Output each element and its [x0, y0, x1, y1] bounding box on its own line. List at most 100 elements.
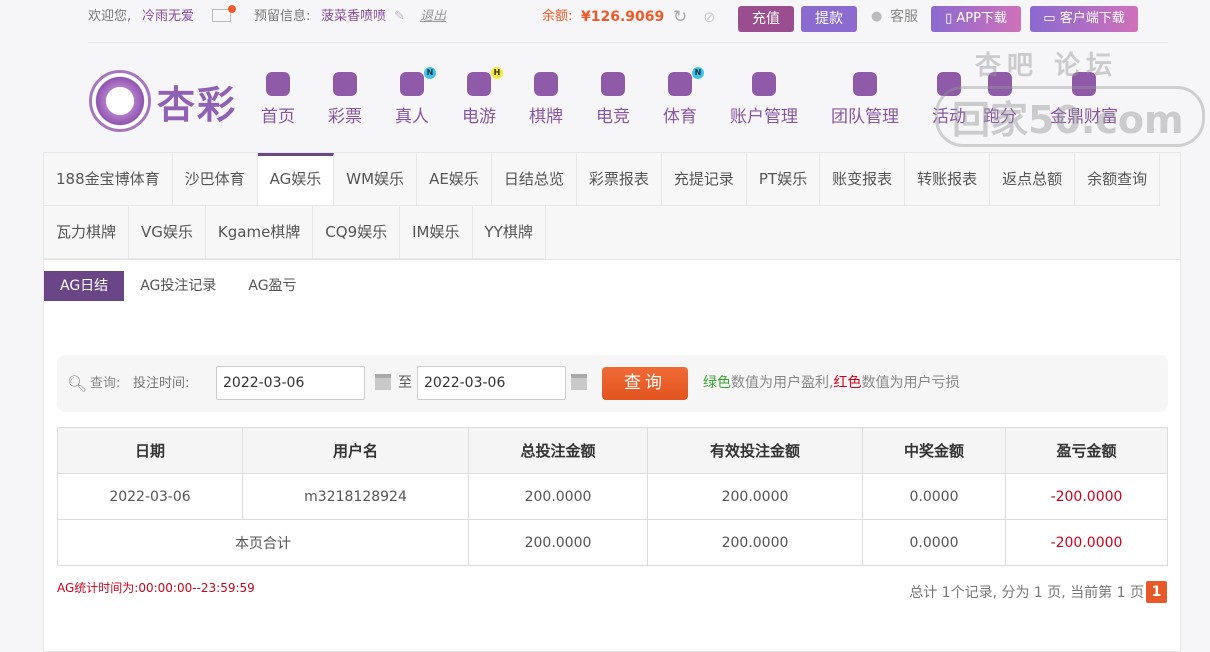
nav-item-10[interactable]: 跑分	[983, 72, 1017, 127]
total-profit: -200.0000	[1005, 519, 1168, 566]
search-icon: 🔍︎	[67, 374, 88, 393]
query-button[interactable]: 查询	[602, 367, 688, 400]
to-label: 至	[398, 375, 412, 391]
nav-icon	[853, 72, 877, 96]
tab-16[interactable]: CQ9娱乐	[313, 206, 401, 259]
tab-12[interactable]: 余额查询	[1075, 153, 1161, 206]
page-1-button[interactable]: 1	[1146, 581, 1167, 603]
edit-icon[interactable]: ✎	[394, 0, 405, 34]
hint-end: 数值为用户亏损	[861, 375, 960, 391]
subtab-2[interactable]: AG盈亏	[232, 271, 312, 301]
tab-17[interactable]: IM娱乐	[400, 206, 473, 259]
nav-label: 跑分	[983, 107, 1017, 127]
top-bar: 欢迎您, 冷雨无爱 预留信息: 菠菜香喷喷 ✎ 退出 余额: ¥126.9069…	[0, 0, 1210, 40]
client-download-label: 客户端下载	[1059, 11, 1125, 26]
table-cell: -200.0000	[1005, 473, 1168, 520]
column-header: 总投注金额	[468, 427, 648, 474]
tab-3[interactable]: WM娱乐	[334, 153, 418, 206]
nav-item-5[interactable]: 电竞	[596, 72, 630, 127]
nav-label: 体育	[663, 107, 697, 127]
nav-icon	[601, 72, 625, 96]
nav-icon	[1072, 72, 1096, 96]
tab-8[interactable]: PT娱乐	[746, 153, 821, 206]
end-date-input[interactable]	[417, 366, 566, 400]
tab-2[interactable]: AG娱乐	[257, 153, 335, 206]
tab-14[interactable]: VG娱乐	[129, 206, 206, 259]
table-cell: 2022-03-06	[57, 473, 243, 520]
nav-item-6[interactable]: N 体育	[663, 67, 704, 127]
nav-icon	[937, 72, 961, 96]
query-label: 查询:	[90, 376, 121, 391]
nav-label: 团队管理	[831, 107, 899, 127]
subtab-0[interactable]: AG日结	[44, 271, 125, 301]
report-tabs: 188金宝博体育 沙巴体育 AG娱乐 WM娱乐 AE娱乐 日结总览 彩票报表 充提记录 PT娱乐…	[44, 153, 1180, 260]
logo[interactable]: 杏彩	[89, 70, 237, 132]
logo-text: 杏彩	[157, 82, 238, 127]
recharge-button[interactable]: 充值	[738, 6, 794, 32]
nav-item-0[interactable]: 首页	[261, 72, 295, 127]
service-link[interactable]: 客服	[890, 0, 918, 34]
tab-5[interactable]: 日结总览	[491, 153, 577, 206]
query-bar: 🔍︎ 查询: 投注时间: 至 查询 绿色数值为用户盈利,红色数值为用户亏损	[57, 355, 1168, 412]
table-total-row: 本页合计 200.0000 200.0000 0.0000 -200.0000	[57, 519, 1168, 566]
welcome-text: 欢迎您,	[88, 9, 132, 24]
service-icon[interactable]: ●	[871, 0, 882, 34]
tab-11[interactable]: 返点总额	[990, 153, 1076, 206]
withdraw-button[interactable]: 提款	[801, 6, 857, 32]
subtab-1[interactable]: AG投注记录	[124, 271, 232, 301]
stat-time-note: AG统计时间为:00:00:00--23:59:59	[57, 581, 255, 595]
report-table: 日期 用户名 总投注金额 有效投注金额 中奖金额 盈亏金额 2022-03-06 m3218…	[57, 427, 1168, 566]
tab-18[interactable]: YY棋牌	[472, 206, 546, 259]
table-cell: 200.0000	[647, 473, 863, 520]
table-row: 2022-03-06 m3218128924 200.0000 200.0000 0.0…	[57, 473, 1168, 520]
nav-item-3[interactable]: H 电游	[462, 67, 503, 127]
refresh-icon[interactable]: ↻	[673, 0, 687, 34]
nav-label: 账户管理	[730, 107, 798, 127]
tab-6[interactable]: 彩票报表	[576, 153, 662, 206]
hide-balance-icon[interactable]: ⊘	[703, 0, 716, 34]
nav-icon	[752, 72, 776, 96]
column-header: 有效投注金额	[647, 427, 863, 474]
column-header: 中奖金额	[862, 427, 1006, 474]
start-date-input[interactable]	[216, 366, 365, 400]
tab-1[interactable]: 沙巴体育	[172, 153, 258, 206]
nav-item-7[interactable]: 账户管理	[730, 72, 798, 127]
divider	[88, 42, 1168, 43]
nav-item-9[interactable]: 活动	[932, 72, 966, 127]
tab-10[interactable]: 转账报表	[905, 153, 991, 206]
tab-13[interactable]: 瓦力棋牌	[44, 206, 130, 259]
nav-item-1[interactable]: 彩票	[328, 72, 362, 127]
reserved-label: 预留信息:	[254, 9, 311, 24]
pagination: 总计 1个记录, 分为 1 页, 当前第 1 页 1	[909, 581, 1167, 603]
tab-15[interactable]: Kgame棋牌	[205, 206, 314, 259]
nav-label: 电竞	[596, 107, 630, 127]
nav-label: 首页	[261, 107, 295, 127]
nav-icon: N	[668, 67, 704, 96]
nav-item-4[interactable]: 棋牌	[529, 72, 563, 127]
total-bet: 200.0000	[468, 519, 648, 566]
client-download-button[interactable]: ▭ 客户端下载	[1030, 6, 1138, 32]
username[interactable]: 冷雨无爱	[142, 0, 194, 34]
nav-item-2[interactable]: N 真人	[395, 67, 436, 127]
tab-4[interactable]: AE娱乐	[417, 153, 492, 206]
report-panel: 188金宝博体育 沙巴体育 AG娱乐 WM娱乐 AE娱乐 日结总览 彩票报表 充提记录 PT娱乐…	[43, 152, 1181, 652]
calendar-icon[interactable]	[375, 374, 391, 390]
nav-label: 电游	[462, 107, 496, 127]
nav-item-11[interactable]: 金鼎财富	[1050, 72, 1118, 127]
calendar-icon[interactable]	[571, 374, 587, 390]
sub-tabs: AG日结 AG投注记录 AG盈亏	[44, 271, 313, 301]
nav-label: 棋牌	[529, 107, 563, 127]
legend-hint: 绿色数值为用户盈利,红色数值为用户亏损	[703, 355, 959, 412]
tab-7[interactable]: 充提记录	[661, 153, 747, 206]
app-download-label: APP下载	[956, 11, 1007, 26]
table-cell: m3218128924	[242, 473, 469, 520]
nav-icon	[333, 72, 357, 96]
column-header: 盈亏金额	[1005, 427, 1168, 474]
mail-icon[interactable]	[212, 5, 236, 22]
tab-0[interactable]: 188金宝博体育	[44, 153, 173, 206]
tab-9[interactable]: 账变报表	[820, 153, 906, 206]
app-download-button[interactable]: ▯ APP下载	[931, 6, 1021, 32]
logout-link[interactable]: 退出	[420, 0, 446, 34]
nav-icon	[534, 72, 558, 96]
nav-item-8[interactable]: 团队管理	[831, 72, 899, 127]
